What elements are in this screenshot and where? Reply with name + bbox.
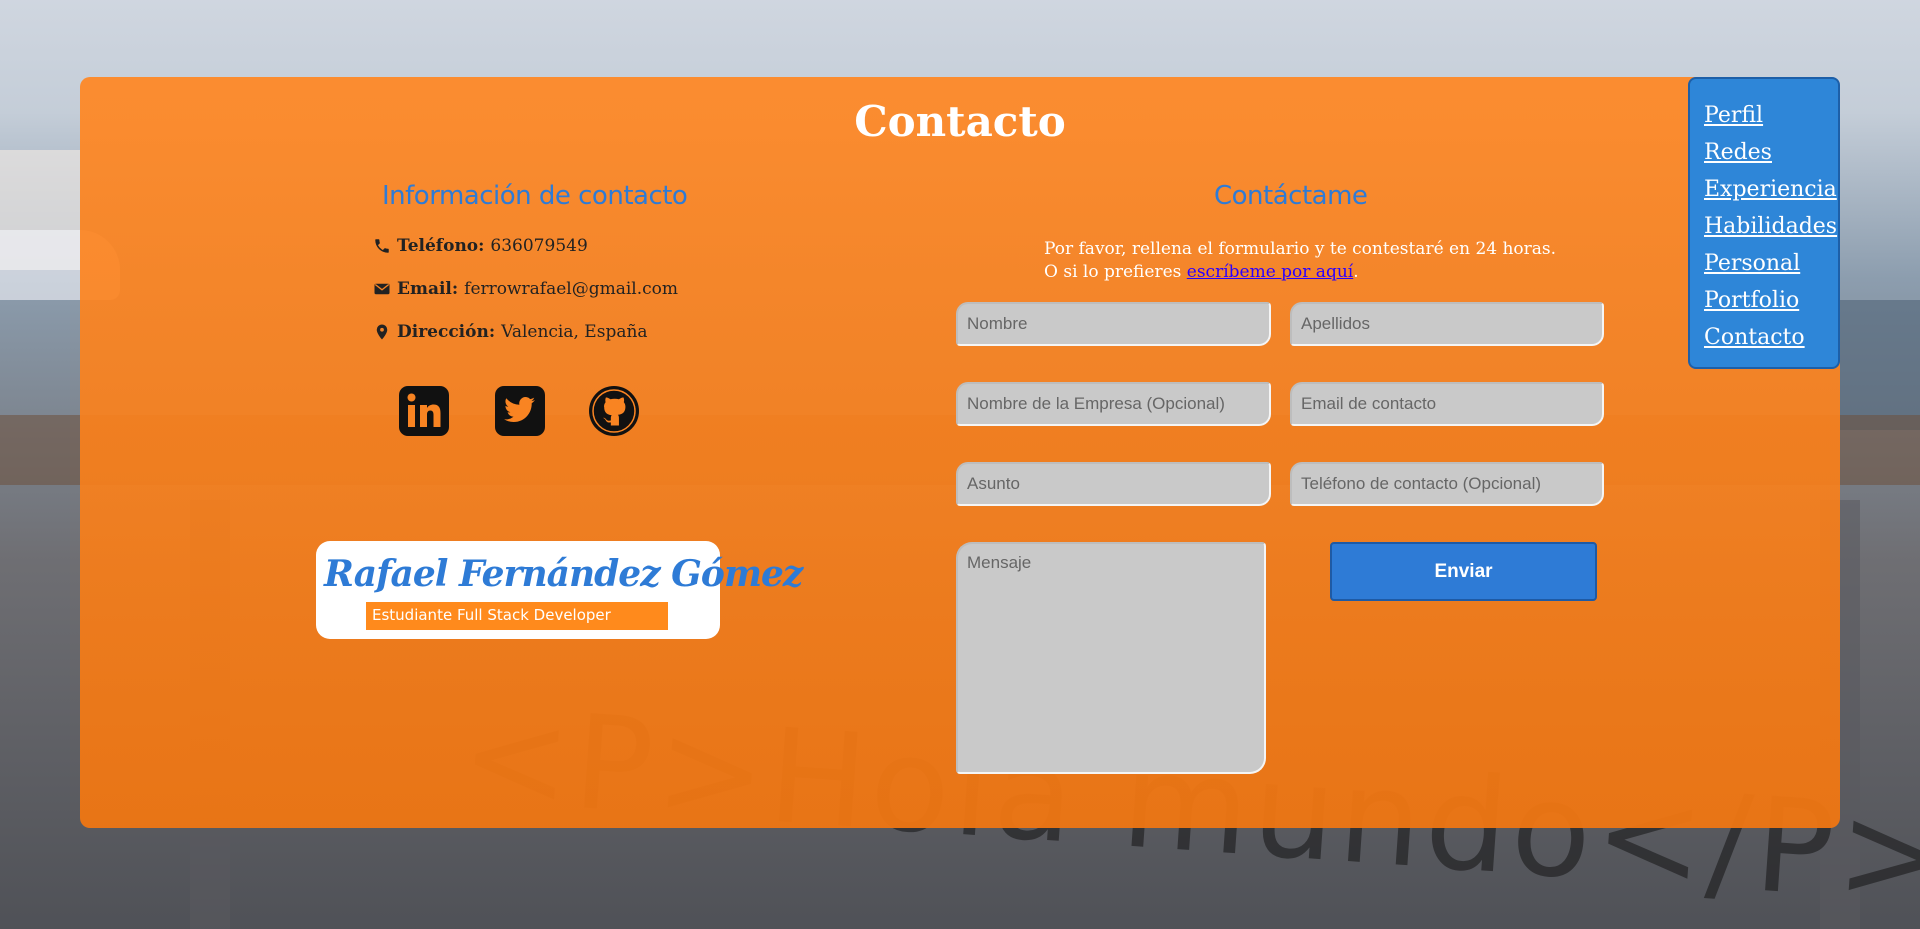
nav-item-portfolio[interactable]: Portfolio xyxy=(1704,282,1838,319)
empresa-input[interactable]: Nombre de la Empresa (Opcional) xyxy=(956,382,1271,426)
nav-item-habilidades[interactable]: Habilidades xyxy=(1704,208,1838,245)
linkedin-icon[interactable] xyxy=(398,385,450,437)
phone-value: 636079549 xyxy=(490,236,588,256)
form-intro-suffix: . xyxy=(1353,262,1359,282)
nombre-input[interactable]: Nombre xyxy=(956,302,1271,346)
form-heading: Contáctame xyxy=(1214,181,1368,211)
address-line: Dirección: Valencia, España xyxy=(373,322,648,342)
logo: Rafael Fernández Gómez Estudiante Full S… xyxy=(316,541,803,639)
form-intro-prefix: O si lo prefieres xyxy=(1044,262,1187,282)
address-label: Dirección: xyxy=(397,322,496,342)
envelope-icon xyxy=(374,283,390,295)
contact-card: Contacto Información de contacto Teléfon… xyxy=(80,77,1840,828)
map-marker-icon xyxy=(376,324,388,340)
logo-name: Rafael Fernández Gómez xyxy=(324,553,803,595)
write-me-link[interactable]: escríbeme por aquí xyxy=(1187,262,1353,282)
phone-line: Teléfono: 636079549 xyxy=(373,236,588,256)
nav-item-perfil[interactable]: Perfil xyxy=(1704,97,1838,134)
background-harbor xyxy=(1840,300,1920,430)
phone-label: Teléfono: xyxy=(397,236,485,256)
twitter-icon[interactable] xyxy=(494,385,546,437)
email-value: ferrowrafael@gmail.com xyxy=(464,279,679,299)
github-icon[interactable] xyxy=(588,385,640,437)
nav-item-experiencia[interactable]: Experiencia xyxy=(1704,171,1838,208)
contact-info-heading: Información de contacto xyxy=(382,181,688,211)
email-label: Email: xyxy=(397,279,459,299)
page-title: Contacto xyxy=(854,97,1066,146)
form-intro: Por favor, rellena el formulario y te co… xyxy=(1044,238,1556,284)
nav-item-redes[interactable]: Redes xyxy=(1704,134,1838,171)
apellidos-input[interactable]: Apellidos xyxy=(1290,302,1604,346)
email-input[interactable]: Email de contacto xyxy=(1290,382,1604,426)
telefono-input[interactable]: Teléfono de contacto (Opcional) xyxy=(1290,462,1604,506)
mensaje-textarea[interactable]: Mensaje xyxy=(956,542,1266,774)
email-line: Email: ferrowrafael@gmail.com xyxy=(373,279,678,299)
send-button[interactable]: Enviar xyxy=(1330,542,1597,601)
logo-subtitle: Estudiante Full Stack Developer xyxy=(366,602,668,630)
nav-item-personal[interactable]: Personal xyxy=(1704,245,1838,282)
address-value: Valencia, España xyxy=(501,322,648,342)
side-nav: Perfil Redes Experiencia Habilidades Per… xyxy=(1688,77,1840,369)
nav-item-contacto[interactable]: Contacto xyxy=(1704,319,1838,356)
phone-icon xyxy=(375,239,389,253)
asunto-input[interactable]: Asunto xyxy=(956,462,1271,506)
form-intro-line2: O si lo prefieres escríbeme por aquí. xyxy=(1044,261,1556,284)
form-intro-line1: Por favor, rellena el formulario y te co… xyxy=(1044,239,1557,259)
